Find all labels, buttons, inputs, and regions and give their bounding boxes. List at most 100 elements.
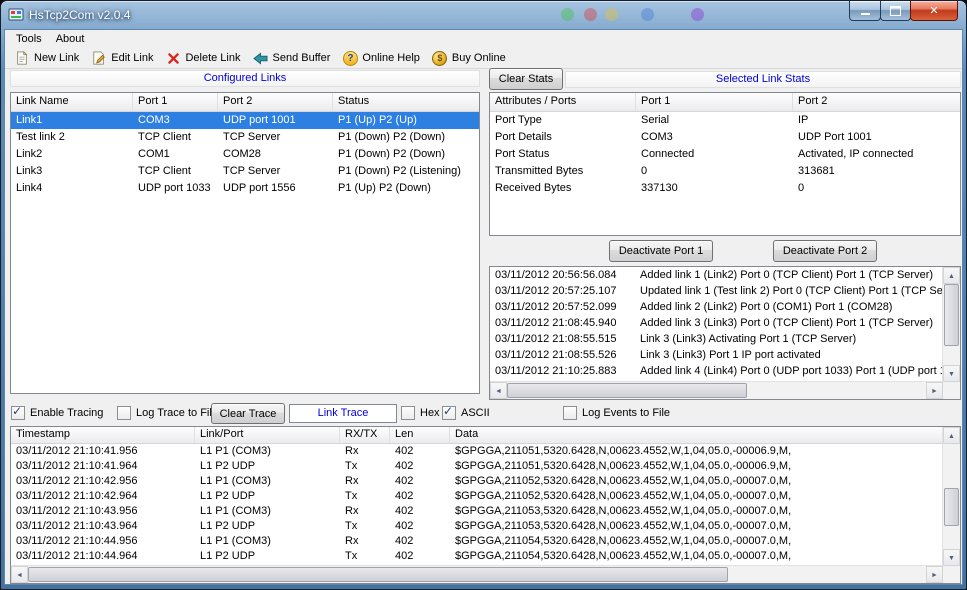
port1-cell: 337130 — [636, 180, 793, 197]
link-name-cell: Link1 — [11, 112, 133, 129]
trace-vertical-scrollbar[interactable]: ▲ ▼ — [942, 427, 960, 566]
column-header-data[interactable]: Data — [450, 427, 943, 443]
trace-row[interactable]: 03/11/2012 21:10:42.964L1 P2 UDPTx402$GP… — [11, 489, 943, 504]
send-buffer-button[interactable]: Send Buffer — [248, 49, 338, 68]
column-header-stats-port1[interactable]: Port 1 — [636, 93, 793, 111]
scroll-right-icon[interactable]: ► — [926, 382, 943, 399]
events-vscroll-thumb[interactable] — [944, 284, 959, 346]
column-header-timestamp[interactable]: Timestamp — [11, 427, 195, 443]
trace-row[interactable]: 03/11/2012 21:10:43.956L1 P1 (COM3)Rx402… — [11, 504, 943, 519]
ascii-checkbox[interactable]: ASCII — [442, 404, 490, 422]
scroll-left-icon[interactable]: ◄ — [11, 566, 28, 583]
event-row[interactable]: 03/11/2012 21:08:45.940Added link 3 (Lin… — [490, 315, 943, 331]
app-icon[interactable] — [8, 7, 24, 23]
link-cell: L1 P1 (COM3) — [195, 534, 340, 549]
online-help-button[interactable]: ? Online Help — [337, 49, 426, 68]
trace-row[interactable]: 03/11/2012 21:10:42.956L1 P1 (COM3)Rx402… — [11, 474, 943, 489]
checkbox-box — [11, 406, 25, 420]
events-hscroll-thumb[interactable] — [507, 383, 747, 398]
trace-row[interactable]: 03/11/2012 21:10:41.956L1 P1 (COM3)Rx402… — [11, 444, 943, 459]
stats-row[interactable]: Received Bytes3371300 — [490, 180, 960, 197]
clear-stats-button[interactable]: Clear Stats — [489, 68, 563, 90]
stats-row[interactable]: Port StatusConnectedActivated, IP connec… — [490, 146, 960, 163]
link-row[interactable]: Link3TCP ClientTCP ServerP1 (Down) P2 (L… — [11, 163, 479, 180]
events-horizontal-scrollbar[interactable]: ◄ ► — [490, 381, 943, 399]
link-row[interactable]: Link2COM1COM28P1 (Down) P2 (Down) — [11, 146, 479, 163]
events-vertical-scrollbar[interactable]: ▲ ▼ — [942, 267, 960, 382]
time-cell: 03/11/2012 20:57:52.099 — [490, 299, 635, 315]
event-log-rows: 03/11/2012 20:56:56.084Added link 1 (Lin… — [490, 267, 943, 379]
time-cell: 03/11/2012 21:10:25.883 — [490, 363, 635, 379]
event-row[interactable]: 03/11/2012 20:57:25.107Updated link 1 (T… — [490, 283, 943, 299]
column-header-status[interactable]: Status — [333, 93, 479, 111]
status-cell: P1 (Up) P2 (Down) — [333, 180, 479, 197]
deactivate-port1-button[interactable]: Deactivate Port 1 — [609, 240, 713, 262]
data-cell: $GPGGA,211052,5320.6428,N,00623.4552,W,1… — [450, 489, 943, 504]
log-trace-to-file-checkbox[interactable]: Log Trace to File — [117, 404, 218, 422]
buy-online-button[interactable]: $ Buy Online — [427, 49, 513, 68]
event-row[interactable]: 03/11/2012 20:56:56.084Added link 1 (Lin… — [490, 267, 943, 283]
event-row[interactable]: 03/11/2012 21:08:55.526Link 3 (Link3) Po… — [490, 347, 943, 363]
send-buffer-label: Send Buffer — [273, 52, 331, 64]
event-row[interactable]: 03/11/2012 21:08:55.515Link 3 (Link3) Ac… — [490, 331, 943, 347]
column-header-port1[interactable]: Port 1 — [133, 93, 218, 111]
column-header-stats-port2[interactable]: Port 2 — [793, 93, 960, 111]
enable-tracing-label: Enable Tracing — [30, 407, 103, 419]
port2-cell: COM28 — [218, 146, 333, 163]
scroll-down-icon[interactable]: ▼ — [943, 549, 960, 566]
trace-row[interactable]: 03/11/2012 21:10:43.964L1 P2 UDPTx402$GP… — [11, 519, 943, 534]
menu-tools[interactable]: Tools — [9, 32, 49, 46]
hex-checkbox[interactable]: Hex — [401, 404, 440, 422]
port1-cell: Serial — [636, 112, 793, 129]
stats-row[interactable]: Transmitted Bytes0313681 — [490, 163, 960, 180]
trace-horizontal-scrollbar[interactable]: ◄ ► — [11, 565, 943, 583]
trace-hscroll-thumb[interactable] — [28, 567, 728, 582]
delete-link-button[interactable]: Delete Link — [160, 49, 247, 68]
trace-vscroll-thumb[interactable] — [944, 488, 959, 526]
checkbox-box — [442, 406, 456, 420]
trace-row[interactable]: 03/11/2012 21:10:41.964L1 P2 UDPTx402$GP… — [11, 459, 943, 474]
scroll-right-icon[interactable]: ► — [926, 566, 943, 583]
event-row[interactable]: 03/11/2012 20:57:52.099Added link 2 (Lin… — [490, 299, 943, 315]
link-row[interactable]: Link1COM3UDP port 1001P1 (Up) P2 (Up) — [11, 112, 479, 129]
new-link-label: New Link — [34, 52, 79, 64]
event-log-rows-area: 03/11/2012 20:56:56.084Added link 1 (Lin… — [490, 267, 943, 382]
rxtx-cell: Rx — [340, 504, 390, 519]
attr-cell: Port Details — [490, 129, 636, 146]
stats-row[interactable]: Port TypeSerialIP — [490, 112, 960, 129]
scroll-up-icon[interactable]: ▲ — [943, 427, 960, 444]
edit-link-button[interactable]: Edit Link — [86, 49, 160, 68]
column-header-len[interactable]: Len — [390, 427, 450, 443]
column-header-link-port[interactable]: Link/Port — [195, 427, 340, 443]
title-bar[interactable]: HsTcp2Com v2.0.4 ✕ — [1, 1, 966, 29]
link-row[interactable]: Link4UDP port 1033UDP port 1556P1 (Up) P… — [11, 180, 479, 197]
new-link-button[interactable]: New Link — [9, 49, 86, 68]
event-row[interactable]: 03/11/2012 21:10:25.883Added link 4 (Lin… — [490, 363, 943, 379]
link-row[interactable]: Test link 2TCP ClientTCP ServerP1 (Down)… — [11, 129, 479, 146]
close-button[interactable]: ✕ — [910, 1, 958, 21]
log-events-to-file-checkbox[interactable]: Log Events to File — [563, 404, 670, 422]
scroll-left-icon[interactable]: ◄ — [490, 382, 507, 399]
column-header-attributes[interactable]: Attributes / Ports — [490, 93, 636, 111]
stats-row[interactable]: Port DetailsCOM3UDP Port 1001 — [490, 129, 960, 146]
trace-row[interactable]: 03/11/2012 21:10:44.964L1 P2 UDPTx402$GP… — [11, 549, 943, 564]
column-header-rxtx[interactable]: RX/TX — [340, 427, 390, 443]
trace-row[interactable]: 03/11/2012 21:10:44.956L1 P1 (COM3)Rx402… — [11, 534, 943, 549]
rxtx-cell: Tx — [340, 459, 390, 474]
scrollbar-corner — [943, 566, 960, 583]
clear-trace-button[interactable]: Clear Trace — [211, 403, 285, 424]
enable-tracing-checkbox[interactable]: Enable Tracing — [11, 404, 103, 422]
log-trace-label: Log Trace to File — [136, 407, 218, 419]
minimize-button[interactable] — [849, 1, 881, 21]
column-header-link-name[interactable]: Link Name — [11, 93, 133, 111]
data-cell: $GPGGA,211054,5320.6428,N,00623.4552,W,1… — [450, 549, 943, 564]
deactivate-port2-button[interactable]: Deactivate Port 2 — [773, 240, 877, 262]
menu-about[interactable]: About — [49, 32, 92, 46]
column-header-port2[interactable]: Port 2 — [218, 93, 333, 111]
scroll-up-icon[interactable]: ▲ — [943, 267, 960, 284]
trace-rows-area: Timestamp Link/Port RX/TX Len Data 03/11… — [11, 427, 943, 566]
time-cell: 03/11/2012 21:08:45.940 — [490, 315, 635, 331]
attr-cell: Transmitted Bytes — [490, 163, 636, 180]
scroll-down-icon[interactable]: ▼ — [943, 365, 960, 382]
maximize-button[interactable] — [880, 1, 911, 21]
